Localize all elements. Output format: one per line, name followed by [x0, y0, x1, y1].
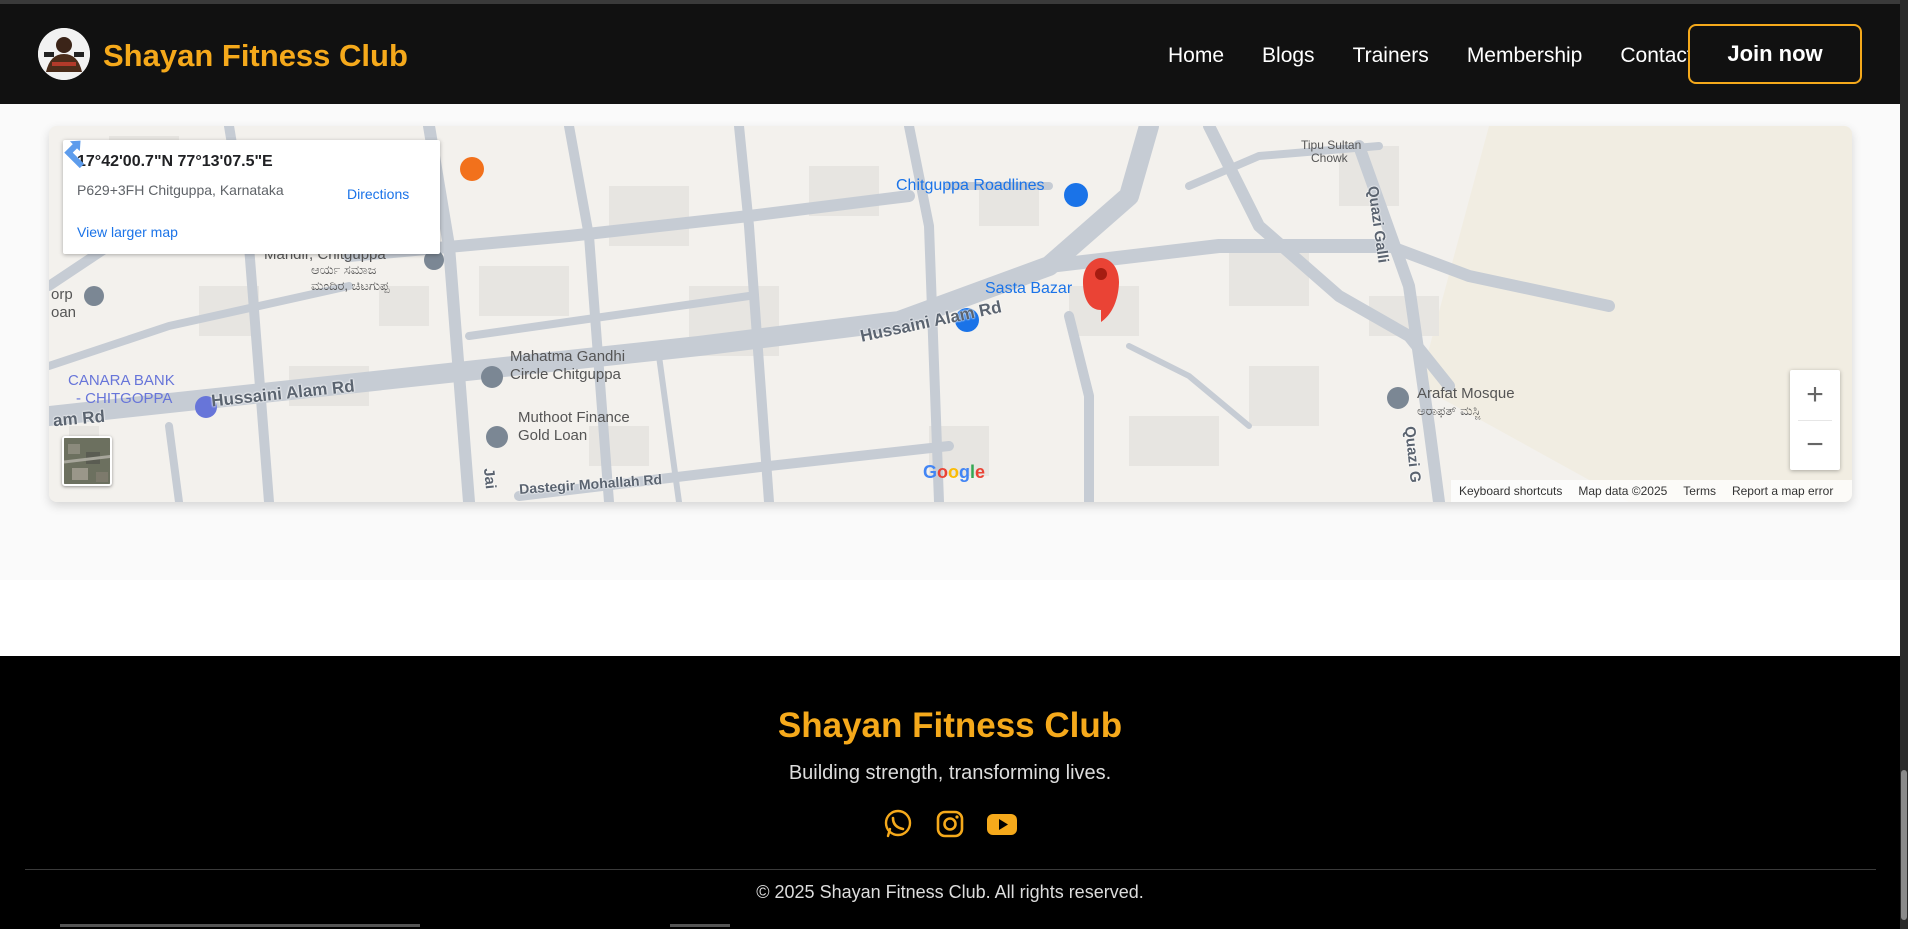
- directions-link[interactable]: Directions: [347, 186, 409, 202]
- bottom-strip-mark: [60, 924, 420, 927]
- footer-tagline: Building strength, transforming lives.: [788, 762, 1112, 784]
- map-info-card: 17°42'00.7"N 77°13'07.5"E P629+3FH Chitg…: [63, 140, 440, 254]
- terms-link[interactable]: Terms: [1683, 484, 1716, 498]
- map-data-text: Map data ©2025: [1578, 484, 1668, 498]
- youtube-icon[interactable]: [985, 807, 1019, 841]
- poi-canara-line2[interactable]: - CHITGOPPA: [76, 390, 172, 407]
- join-now-button[interactable]: Join now: [1688, 24, 1862, 84]
- keyboard-shortcuts-link[interactable]: Keyboard shortcuts: [1459, 484, 1562, 498]
- poi-sasta-bazar[interactable]: Sasta Bazar: [985, 280, 1072, 298]
- poi-chitguppa-roadlines[interactable]: Chitguppa Roadlines: [896, 177, 1045, 195]
- poi-oan[interactable]: oan: [51, 304, 76, 321]
- brand-name[interactable]: Shayan Fitness Club: [103, 38, 408, 74]
- poi-mahatma-gandhi-line1[interactable]: Mahatma Gandhi: [510, 348, 625, 365]
- poi-tipu-line1[interactable]: Tipu Sultan: [1301, 138, 1361, 152]
- site-header: Shayan Fitness Club Home Blogs Trainers …: [0, 4, 1900, 104]
- zoom-in-button[interactable]: +: [1790, 370, 1840, 420]
- report-map-error-link[interactable]: Report a map error: [1732, 484, 1833, 498]
- poi-arafat-kannada: ಅರಾಫತ್ ಮಸ್ಜಿ: [1417, 403, 1481, 418]
- poi-corp[interactable]: orp: [51, 286, 73, 303]
- map-plus-code: P629+3FH Chitguppa, Karnataka: [77, 182, 284, 198]
- zoom-divider: [1798, 420, 1832, 421]
- site-footer: Shayan Fitness Club Building strength, t…: [0, 656, 1900, 929]
- spacer: [0, 580, 1900, 656]
- google-logo: Google: [923, 462, 986, 482]
- map-coordinates: 17°42'00.7"N 77°13'07.5"E: [77, 153, 273, 170]
- directions-icon[interactable]: [63, 140, 91, 168]
- bottom-strip-mark: [670, 924, 730, 927]
- road-label-jai: Jai: [479, 467, 499, 490]
- main-nav: Home Blogs Trainers Membership Contact: [1168, 44, 1731, 68]
- whatsapp-icon[interactable]: [881, 807, 915, 841]
- view-larger-map-link[interactable]: View larger map: [77, 224, 178, 240]
- social-links: [0, 807, 1900, 841]
- club-logo[interactable]: [38, 28, 90, 80]
- map-attribution-bar: Keyboard shortcuts Map data ©2025 Terms …: [1451, 480, 1852, 502]
- nav-membership[interactable]: Membership: [1467, 44, 1583, 68]
- poi-mandir-kannada-2: ಮಂದಿರ, ಚಿಟಗುಪ್ಪ: [311, 278, 390, 293]
- satellite-view-toggle[interactable]: [62, 436, 112, 486]
- poi-muthoot-line1[interactable]: Muthoot Finance: [518, 409, 630, 426]
- poi-mandir-kannada: ಆರ್ಯ ಸಮಾಜ: [311, 262, 377, 277]
- zoom-out-button[interactable]: −: [1790, 420, 1840, 470]
- poi-muthoot-line2[interactable]: Gold Loan: [518, 427, 587, 444]
- satellite-thumbnail-icon: [64, 438, 110, 484]
- poi-tipu-line2[interactable]: Chowk: [1311, 151, 1348, 165]
- nav-blogs[interactable]: Blogs: [1262, 44, 1315, 68]
- poi-canara-line1[interactable]: CANARA BANK: [68, 372, 175, 389]
- footer-divider: [25, 869, 1876, 870]
- instagram-icon[interactable]: [933, 807, 967, 841]
- poi-arafat-mosque[interactable]: Arafat Mosque: [1417, 385, 1515, 402]
- nav-home[interactable]: Home: [1168, 44, 1224, 68]
- poi-mahatma-gandhi-line2[interactable]: Circle Chitguppa: [510, 366, 621, 383]
- scrollbar-thumb[interactable]: [1901, 770, 1907, 920]
- bottom-strip: [0, 924, 1900, 929]
- zoom-controls: + −: [1790, 370, 1840, 470]
- footer-brand: Shayan Fitness Club: [777, 706, 1123, 745]
- google-map-embed[interactable]: Chitguppa Roadlines Sasta Bazar Hussaini…: [49, 126, 1852, 502]
- nav-contact[interactable]: Contact: [1620, 44, 1692, 68]
- nav-trainers[interactable]: Trainers: [1353, 44, 1429, 68]
- footer-copyright: © 2025 Shayan Fitness Club. All rights r…: [756, 882, 1144, 902]
